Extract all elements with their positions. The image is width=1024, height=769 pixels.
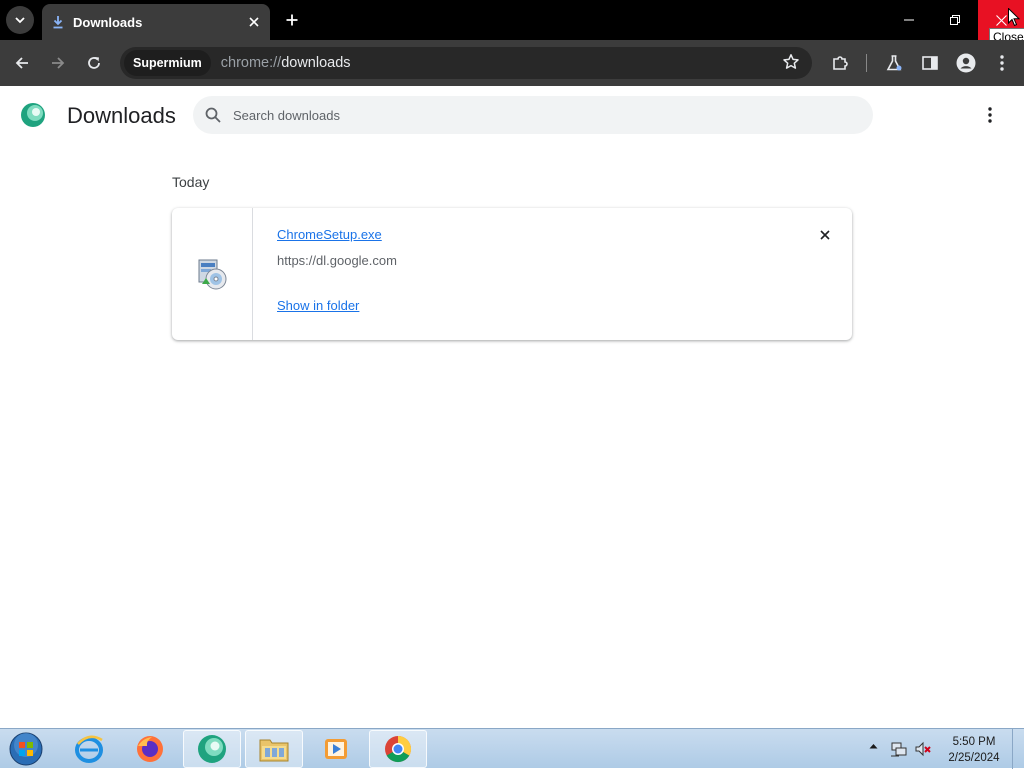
- account-icon: [956, 53, 976, 73]
- url-text[interactable]: chrome://downloads: [221, 55, 351, 71]
- close-icon: [995, 14, 1007, 26]
- close-icon: [820, 230, 830, 240]
- taskbar-chrome[interactable]: [369, 730, 427, 768]
- tab-strip: Downloads: [0, 0, 1024, 40]
- show-desktop-button[interactable]: [1012, 729, 1024, 769]
- download-item: ChromeSetup.exe https://dl.google.com Sh…: [172, 208, 852, 340]
- reload-button[interactable]: [80, 49, 108, 77]
- url-scheme: chrome://: [220, 55, 282, 71]
- tab-search-button[interactable]: [6, 6, 34, 34]
- taskbar-supermium[interactable]: [183, 730, 241, 768]
- profile-button[interactable]: [952, 49, 980, 77]
- downloads-header: Downloads: [0, 86, 1024, 144]
- arrow-left-icon: [15, 57, 28, 69]
- taskbar-internet-explorer[interactable]: [60, 730, 118, 768]
- minimize-button[interactable]: [886, 0, 932, 40]
- windows-taskbar: 5:50 PM 2/25/2024: [0, 728, 1024, 769]
- close-icon: [249, 17, 259, 27]
- start-button[interactable]: [6, 731, 46, 767]
- browser-menu-button[interactable]: [988, 49, 1016, 77]
- downloads-menu-button[interactable]: [978, 102, 1002, 128]
- internet-explorer-icon: [75, 735, 103, 763]
- firefox-icon: [137, 736, 163, 762]
- site-info-chip[interactable]: Supermium: [124, 50, 211, 76]
- bookmark-star-button[interactable]: [782, 53, 800, 76]
- show-in-folder-link[interactable]: Show in folder: [277, 298, 359, 313]
- download-icon: [53, 16, 63, 29]
- show-hidden-icons-icon[interactable]: [869, 743, 878, 749]
- arrow-right-icon: [52, 57, 65, 69]
- taskbar-firefox[interactable]: [121, 730, 179, 768]
- restore-button[interactable]: [932, 0, 978, 40]
- url-host: downloads: [281, 55, 351, 71]
- file-name-link[interactable]: ChromeSetup.exe: [277, 227, 382, 242]
- toolbar-separator: [866, 54, 867, 72]
- installer-file-icon: [198, 259, 227, 290]
- search-bar[interactable]: [193, 96, 873, 134]
- clock-time: 5:50 PM: [952, 736, 996, 748]
- taskbar-file-explorer[interactable]: [245, 730, 303, 768]
- puzzle-icon: [833, 56, 848, 70]
- restore-icon: [950, 15, 960, 25]
- plus-icon: [286, 14, 298, 26]
- supermium-logo-icon: [21, 103, 45, 127]
- supermium-icon: [198, 735, 226, 763]
- browser-toolbar: Supermium chrome://downloads: [0, 40, 1024, 86]
- extensions-button[interactable]: [826, 49, 854, 77]
- remove-item-button[interactable]: [814, 224, 836, 246]
- tab-close-button[interactable]: [244, 12, 264, 32]
- address-bar[interactable]: Supermium chrome://downloads: [120, 47, 812, 79]
- side-panel-button[interactable]: [916, 49, 944, 77]
- media-player-icon: [325, 739, 347, 759]
- volume-muted-icon[interactable]: [914, 740, 932, 758]
- search-icon: [205, 107, 221, 123]
- date-group-label: Today: [172, 174, 210, 190]
- taskbar-media-player[interactable]: [307, 730, 365, 768]
- chrome-icon: [385, 735, 412, 763]
- windows-orb-icon: [9, 732, 43, 766]
- new-tab-button[interactable]: [280, 8, 304, 32]
- network-icon[interactable]: [890, 740, 908, 758]
- labs-button[interactable]: [880, 49, 908, 77]
- side-panel-icon: [922, 56, 938, 70]
- reload-icon: [88, 57, 100, 69]
- flask-icon: [886, 55, 902, 71]
- minimize-icon: [904, 19, 914, 21]
- folder-icon: [259, 739, 289, 762]
- more-vert-icon: [1000, 55, 1004, 71]
- system-clock[interactable]: 5:50 PM 2/25/2024: [944, 734, 1004, 766]
- page-title: Downloads: [67, 103, 176, 128]
- chevron-down-icon: [15, 17, 25, 24]
- tab-downloads[interactable]: Downloads: [42, 4, 270, 40]
- source-url: https://dl.google.com: [277, 253, 397, 268]
- search-input[interactable]: [233, 107, 833, 123]
- star-icon: [783, 54, 799, 69]
- clock-date: 2/25/2024: [948, 752, 1000, 764]
- tab-title: Downloads: [73, 14, 143, 30]
- more-vert-icon: [988, 107, 992, 123]
- back-button[interactable]: [8, 49, 36, 77]
- forward-button[interactable]: [44, 49, 72, 77]
- file-icon-column: [172, 208, 253, 340]
- mouse-cursor-icon: [1008, 8, 1020, 27]
